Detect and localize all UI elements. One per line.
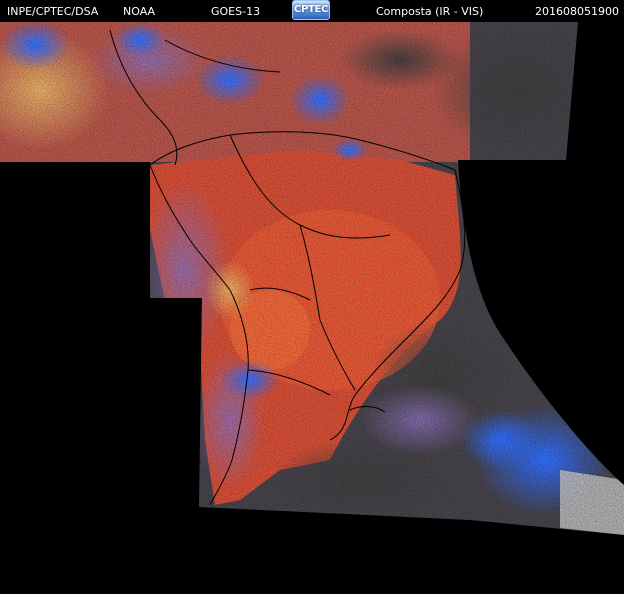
imagery-layer xyxy=(0,22,624,535)
satellite-map xyxy=(0,22,624,535)
